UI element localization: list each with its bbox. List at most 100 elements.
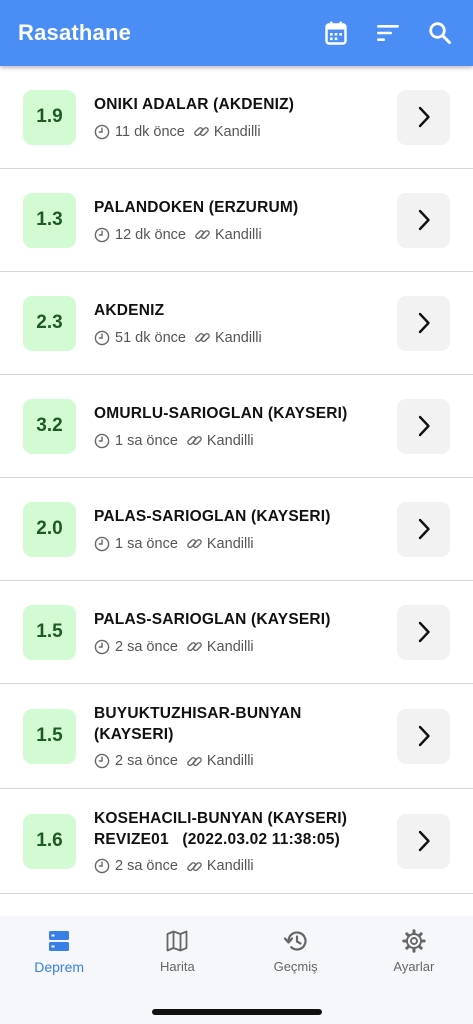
list-item[interactable]: 2.0 PALAS-SARIOGLAN (KAYSERI) 1 sa önce … xyxy=(0,478,473,581)
app-title: Rasathane xyxy=(18,20,132,45)
quake-info: KOSEHACILI-BUNYAN (KAYSERI) REVIZE01 (20… xyxy=(76,808,397,875)
tab-label: Ayarlar xyxy=(393,959,435,974)
time-ago: 51 dk önce xyxy=(115,329,186,346)
quake-meta: 12 dk önce Kandilli xyxy=(94,226,387,243)
app-bar: Rasathane xyxy=(0,0,473,66)
list-item[interactable]: 1.5 PALAS-SARIOGLAN (KAYSERI) 2 sa önce … xyxy=(0,581,473,684)
location-label-line2: (KAYSERI) xyxy=(94,725,174,743)
magnitude-badge: 1.6 xyxy=(23,813,76,869)
tab-deprem[interactable]: Deprem xyxy=(0,928,118,996)
clock-icon xyxy=(94,227,110,242)
quake-meta: 2 sa önce Kandilli xyxy=(94,638,387,655)
clock-icon xyxy=(94,639,110,654)
link-icon xyxy=(187,539,202,549)
magnitude-badge: 1.5 xyxy=(23,708,76,764)
quake-info: PALAS-SARIOGLAN (KAYSERI) 1 sa önce Kand… xyxy=(76,506,397,552)
tab-ayarlar[interactable]: Ayarlar xyxy=(355,928,473,996)
source-label: Kandilli xyxy=(214,226,262,243)
list-item[interactable]: 1.3 PALANDOKEN (ERZURUM) 12 dk önce Kand… xyxy=(0,169,473,272)
quake-info: PALANDOKEN (ERZURUM) 12 dk önce Kandilli xyxy=(76,197,397,243)
detail-button[interactable] xyxy=(397,89,450,145)
magnitude-badge: 3.2 xyxy=(23,398,76,454)
list-item[interactable]: 3.2 OMURLU-SARIOGLAN (KAYSERI) 1 sa önce… xyxy=(0,375,473,478)
magnitude-badge: 1.5 xyxy=(23,604,76,660)
magnitude-badge: 1.9 xyxy=(23,89,76,145)
chevron-right-icon xyxy=(418,621,430,643)
quake-meta: 11 dk önce Kandilli xyxy=(94,123,387,140)
source-label: Kandilli xyxy=(206,535,254,552)
detail-button[interactable] xyxy=(397,501,450,557)
time-ago: 2 sa önce xyxy=(115,858,178,874)
tab-label: Deprem xyxy=(34,959,85,975)
sort-icon xyxy=(377,25,399,41)
detail-button[interactable] xyxy=(397,813,450,869)
source-label: Kandilli xyxy=(213,123,261,140)
source-label: Kandilli xyxy=(206,638,254,655)
bottom-navigation: Deprem Harita Geçmiş Ayarlar xyxy=(0,916,473,1024)
location-label: AKDENIZ xyxy=(94,302,165,319)
list-icon xyxy=(49,931,70,951)
source-label: Kandilli xyxy=(206,432,254,449)
source-label: Kandilli xyxy=(214,329,262,346)
quake-meta: 1 sa önce Kandilli xyxy=(94,432,387,449)
location-label: OMURLU-SARIOGLAN (KAYSERI) xyxy=(94,405,348,422)
quake-meta: 1 sa önce Kandilli xyxy=(94,535,387,552)
time-ago: 1 sa önce xyxy=(115,432,178,449)
time-ago: 12 dk önce xyxy=(115,226,186,243)
chevron-right-icon xyxy=(418,725,430,747)
calendar-button[interactable] xyxy=(321,18,351,48)
gear-icon xyxy=(402,929,426,953)
link-icon xyxy=(187,642,202,652)
chevron-right-icon xyxy=(418,518,430,540)
home-indicator[interactable] xyxy=(152,1009,322,1015)
tab-label: Harita xyxy=(160,959,195,974)
magnitude-badge: 2.3 xyxy=(23,295,76,351)
quake-info: ONIKI ADALAR (AKDENIZ) 11 dk önce Kandil… xyxy=(76,94,397,140)
location-label: PALAS-SARIOGLAN (KAYSERI) xyxy=(94,508,331,525)
link-icon xyxy=(187,436,202,446)
chevron-right-icon xyxy=(418,209,430,231)
list-item[interactable]: 1.5 BUYUKTUZHISAR-BUNYAN (KAYSERI) 2 sa … xyxy=(0,684,473,789)
location-label: PALANDOKEN (ERZURUM) xyxy=(94,199,299,216)
link-icon xyxy=(194,127,209,137)
tab-gecmis[interactable]: Geçmiş xyxy=(237,928,355,996)
detail-button[interactable] xyxy=(397,295,450,351)
list-item[interactable]: 2.3 AKDENIZ 51 dk önce Kandilli xyxy=(0,272,473,375)
quake-meta: 2 sa önce Kandilli xyxy=(94,753,387,770)
source-label: Kandilli xyxy=(206,858,254,874)
quake-info: BUYUKTUZHISAR-BUNYAN (KAYSERI) 2 sa önce… xyxy=(76,703,397,770)
bottom-tabs: Deprem Harita Geçmiş Ayarlar xyxy=(0,916,473,996)
detail-button[interactable] xyxy=(397,708,450,764)
detail-button[interactable] xyxy=(397,398,450,454)
list-item-partial[interactable] xyxy=(0,894,473,916)
source-label: Kandilli xyxy=(206,753,254,769)
time-ago: 2 sa önce xyxy=(115,638,178,655)
quake-info: OMURLU-SARIOGLAN (KAYSERI) 1 sa önce Kan… xyxy=(76,403,397,449)
clock-icon xyxy=(94,124,110,139)
tab-label: Geçmiş xyxy=(273,959,318,974)
time-ago: 11 dk önce xyxy=(115,123,185,140)
chevron-right-icon xyxy=(418,415,430,437)
link-icon xyxy=(187,756,202,766)
calendar-icon xyxy=(325,21,347,45)
link-icon xyxy=(195,230,210,240)
list-item[interactable]: 1.9 ONIKI ADALAR (AKDENIZ) 11 dk önce Ka… xyxy=(0,66,473,169)
quake-meta: 2 sa önce Kandilli xyxy=(94,858,387,875)
sort-button[interactable] xyxy=(373,18,403,48)
search-icon xyxy=(429,22,451,44)
search-button[interactable] xyxy=(425,18,455,48)
clock-icon xyxy=(94,858,110,874)
tab-harita[interactable]: Harita xyxy=(118,928,236,996)
location-label: BUYUKTUZHISAR-BUNYAN xyxy=(94,704,302,722)
detail-button[interactable] xyxy=(397,192,450,248)
clock-icon xyxy=(94,433,110,448)
chevron-right-icon xyxy=(418,830,430,852)
clock-icon xyxy=(94,330,110,345)
list-item[interactable]: 1.6 KOSEHACILI-BUNYAN (KAYSERI) REVIZE01… xyxy=(0,789,473,894)
earthquake-list[interactable]: 1.9 ONIKI ADALAR (AKDENIZ) 11 dk önce Ka… xyxy=(0,66,473,916)
magnitude-badge: 1.3 xyxy=(23,192,76,248)
location-label-line2: REVIZE01 (2022.03.02 11:38:05) xyxy=(94,830,340,848)
quake-meta: 51 dk önce Kandilli xyxy=(94,329,387,346)
detail-button[interactable] xyxy=(397,604,450,660)
chevron-right-icon xyxy=(418,106,430,128)
